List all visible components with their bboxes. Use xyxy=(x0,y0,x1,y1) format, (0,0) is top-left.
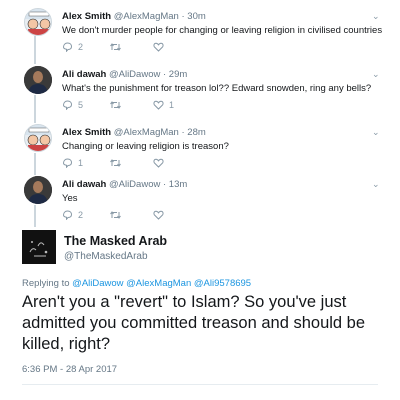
timestamp[interactable]: · 30m xyxy=(181,11,205,22)
retweet-icon xyxy=(110,211,121,219)
display-name[interactable]: Alex Smith xyxy=(62,11,111,22)
replying-to-line: Replying to @AliDawow @AlexMagMan @Ali95… xyxy=(22,278,251,289)
reply-header: Ali dawah @AliDawow · 29m xyxy=(62,69,187,80)
action-bar: 5 1 xyxy=(62,100,200,110)
avatar[interactable] xyxy=(24,8,52,36)
reply-count: 2 xyxy=(78,42,84,52)
like-count: 1 xyxy=(169,100,175,110)
tweet-text: Changing or leaving religion is treason? xyxy=(62,141,229,152)
divider xyxy=(22,384,378,385)
retweet-button[interactable] xyxy=(109,210,127,220)
display-name[interactable]: Ali dawah xyxy=(62,69,106,80)
tweet-text: Yes xyxy=(62,193,78,204)
display-name[interactable]: Alex Smith xyxy=(62,127,111,138)
reply-icon xyxy=(62,210,73,220)
reply-icon xyxy=(62,158,73,168)
action-bar: 2 xyxy=(62,42,195,52)
heart-icon xyxy=(153,42,164,52)
timestamp[interactable]: · 28m xyxy=(181,127,205,138)
retweet-button[interactable] xyxy=(109,100,127,110)
chevron-down-icon[interactable]: ⌄ xyxy=(372,179,380,190)
reply-icon xyxy=(62,42,73,52)
retweet-button[interactable] xyxy=(109,158,127,168)
retweet-icon xyxy=(110,159,121,167)
avatar[interactable] xyxy=(24,124,52,152)
reply-icon xyxy=(62,100,73,110)
heart-icon xyxy=(153,100,164,110)
action-bar: 2 xyxy=(62,210,195,220)
tweet-timestamp[interactable]: 6:36 PM - 28 Apr 2017 xyxy=(22,364,117,375)
retweet-icon xyxy=(110,101,121,109)
heart-icon xyxy=(153,210,164,220)
masked-logo-icon xyxy=(22,230,56,264)
replying-to-label: Replying to xyxy=(22,278,70,289)
reply-button[interactable]: 1 xyxy=(62,158,83,168)
action-bar: 1 xyxy=(62,158,195,168)
like-button[interactable] xyxy=(153,210,169,220)
reply-button[interactable]: 5 xyxy=(62,100,83,110)
user-handle[interactable]: @AlexMagMan xyxy=(114,127,179,138)
user-handle[interactable]: @AliDawow xyxy=(109,69,160,80)
reply-button[interactable]: 2 xyxy=(62,42,83,52)
chevron-down-icon[interactable]: ⌄ xyxy=(372,127,380,138)
avatar[interactable] xyxy=(24,176,52,204)
reply-header: Alex Smith @AlexMagMan · 28m xyxy=(62,127,206,138)
thread-line xyxy=(34,153,36,175)
reply-count: 5 xyxy=(78,100,84,110)
person-photo-icon xyxy=(24,66,52,94)
heart-icon xyxy=(153,158,164,168)
tweet-text: We don't murder people for changing or l… xyxy=(62,25,383,36)
timestamp[interactable]: · 13m xyxy=(163,179,187,190)
reply-header: Ali dawah @AliDawow · 13m xyxy=(62,179,187,190)
timestamp[interactable]: · 29m xyxy=(163,69,187,80)
chevron-down-icon[interactable]: ⌄ xyxy=(372,69,380,80)
avatar[interactable] xyxy=(24,66,52,94)
user-handle[interactable]: @TheMaskedArab xyxy=(64,251,148,262)
retweet-icon xyxy=(110,43,121,51)
cartoon-avatar-icon xyxy=(25,125,51,151)
user-handle[interactable]: @AliDawow xyxy=(109,179,160,190)
avatar[interactable] xyxy=(22,230,56,264)
reply-count: 1 xyxy=(78,158,84,168)
display-name[interactable]: Ali dawah xyxy=(62,179,106,190)
person-photo-icon xyxy=(24,176,52,204)
like-button[interactable] xyxy=(153,42,169,52)
like-button[interactable] xyxy=(153,158,169,168)
mention-links[interactable]: @AliDawow @AlexMagMan @Ali9578695 xyxy=(72,278,251,289)
retweet-button[interactable] xyxy=(109,42,127,52)
thread-line xyxy=(34,95,36,123)
tweet-text: What's the punishment for treason lol?? … xyxy=(62,83,372,94)
thread-line xyxy=(34,205,36,227)
like-button[interactable]: 1 xyxy=(153,100,174,110)
cartoon-avatar-icon xyxy=(25,9,51,35)
display-name[interactable]: The Masked Arab xyxy=(64,234,167,248)
thread-line xyxy=(34,36,36,64)
user-handle[interactable]: @AlexMagMan xyxy=(114,11,179,22)
reply-button[interactable]: 2 xyxy=(62,210,83,220)
chevron-down-icon[interactable]: ⌄ xyxy=(372,11,380,22)
main-tweet-text: Aren't you a "revert" to Islam? So you'v… xyxy=(22,293,366,353)
reply-count: 2 xyxy=(78,210,84,220)
reply-header: Alex Smith @AlexMagMan · 30m xyxy=(62,11,206,22)
